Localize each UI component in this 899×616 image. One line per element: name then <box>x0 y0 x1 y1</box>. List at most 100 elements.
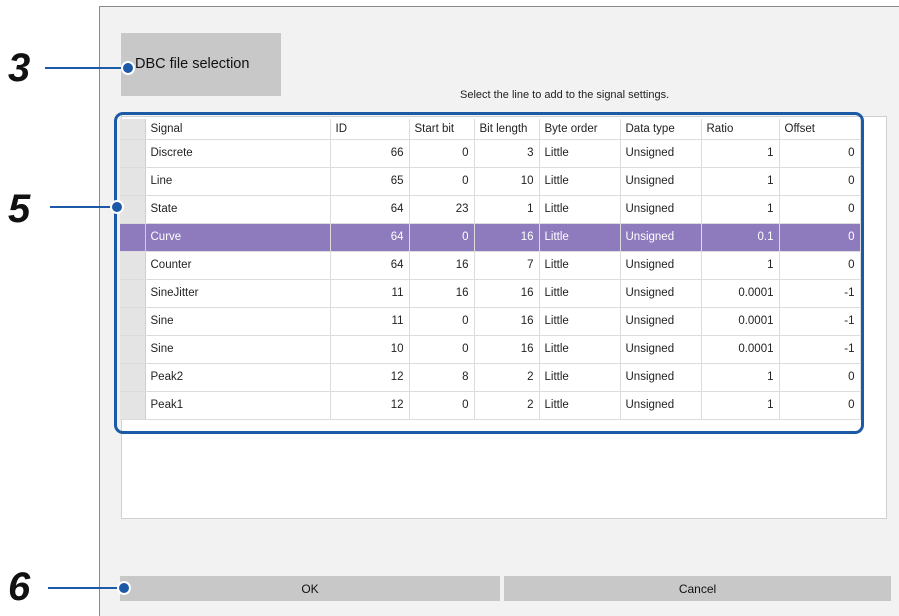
cell-signal[interactable]: Curve <box>145 223 331 252</box>
cell-ratio[interactable]: 1 <box>701 391 780 420</box>
table-row[interactable]: Peak2 12 8 2 Little Unsigned 1 0 <box>120 363 861 392</box>
cell-byte-order[interactable]: Little <box>539 391 621 420</box>
cell-offset[interactable]: 0 <box>779 363 861 392</box>
cell-byte-order[interactable]: Little <box>539 251 621 280</box>
cell-signal[interactable]: State <box>145 195 331 224</box>
cell-id[interactable]: 12 <box>330 363 410 392</box>
row-header[interactable] <box>120 167 146 196</box>
cell-ratio[interactable]: 1 <box>701 195 780 224</box>
cell-data-type[interactable]: Unsigned <box>620 391 702 420</box>
table-row[interactable]: Curve 64 0 16 Little Unsigned 0.1 0 <box>120 223 861 252</box>
cell-signal[interactable]: SineJitter <box>145 279 331 308</box>
cell-byte-order[interactable]: Little <box>539 335 621 364</box>
cell-ratio[interactable]: 0.0001 <box>701 307 780 336</box>
cell-byte-order[interactable]: Little <box>539 279 621 308</box>
cell-byte-order[interactable]: Little <box>539 167 621 196</box>
cell-start-bit[interactable]: 16 <box>409 279 475 308</box>
row-header[interactable] <box>120 307 146 336</box>
cell-id[interactable]: 10 <box>330 335 410 364</box>
cell-signal[interactable]: Counter <box>145 251 331 280</box>
table-row[interactable]: State 64 23 1 Little Unsigned 1 0 <box>120 195 861 224</box>
table-row[interactable]: Discrete 66 0 3 Little Unsigned 1 0 <box>120 139 861 168</box>
cell-data-type[interactable]: Unsigned <box>620 307 702 336</box>
cell-byte-order[interactable]: Little <box>539 223 621 252</box>
cell-bit-length[interactable]: 16 <box>474 279 540 308</box>
cell-bit-length[interactable]: 16 <box>474 223 540 252</box>
cell-offset[interactable]: 0 <box>779 251 861 280</box>
cell-byte-order[interactable]: Little <box>539 139 621 168</box>
cell-start-bit[interactable]: 0 <box>409 391 475 420</box>
cell-offset[interactable]: -1 <box>779 279 861 308</box>
cell-bit-length[interactable]: 10 <box>474 167 540 196</box>
cell-id[interactable]: 64 <box>330 195 410 224</box>
cell-ratio[interactable]: 0.1 <box>701 223 780 252</box>
cell-id[interactable]: 65 <box>330 167 410 196</box>
cell-ratio[interactable]: 1 <box>701 167 780 196</box>
cell-offset[interactable]: -1 <box>779 307 861 336</box>
cell-ratio[interactable]: 1 <box>701 363 780 392</box>
cell-signal[interactable]: Peak2 <box>145 363 331 392</box>
table-row[interactable]: Line 65 0 10 Little Unsigned 1 0 <box>120 167 861 196</box>
cell-start-bit[interactable]: 0 <box>409 167 475 196</box>
cell-start-bit[interactable]: 0 <box>409 223 475 252</box>
cell-offset[interactable]: 0 <box>779 223 861 252</box>
ok-button[interactable]: OK <box>120 576 500 601</box>
cancel-button[interactable]: Cancel <box>504 576 891 601</box>
column-header-data-type[interactable]: Data type <box>620 119 702 140</box>
cell-offset[interactable]: 0 <box>779 167 861 196</box>
cell-id[interactable]: 64 <box>330 223 410 252</box>
cell-data-type[interactable]: Unsigned <box>620 251 702 280</box>
cell-ratio[interactable]: 0.0001 <box>701 335 780 364</box>
column-header-byte-order[interactable]: Byte order <box>539 119 621 140</box>
cell-bit-length[interactable]: 2 <box>474 363 540 392</box>
table-row[interactable]: Sine 10 0 16 Little Unsigned 0.0001 -1 <box>120 335 861 364</box>
cell-start-bit[interactable]: 0 <box>409 307 475 336</box>
cell-id[interactable]: 66 <box>330 139 410 168</box>
row-header[interactable] <box>120 335 146 364</box>
cell-start-bit[interactable]: 8 <box>409 363 475 392</box>
row-header[interactable] <box>120 139 146 168</box>
cell-byte-order[interactable]: Little <box>539 363 621 392</box>
cell-byte-order[interactable]: Little <box>539 307 621 336</box>
cell-offset[interactable]: 0 <box>779 195 861 224</box>
table-row[interactable]: SineJitter 11 16 16 Little Unsigned 0.0001 -1 <box>120 279 861 308</box>
cell-bit-length[interactable]: 1 <box>474 195 540 224</box>
column-header-start-bit[interactable]: Start bit <box>409 119 475 140</box>
cell-signal[interactable]: Discrete <box>145 139 331 168</box>
cell-data-type[interactable]: Unsigned <box>620 279 702 308</box>
cell-bit-length[interactable]: 7 <box>474 251 540 280</box>
column-header-bit-length[interactable]: Bit length <box>474 119 540 140</box>
cell-signal[interactable]: Sine <box>145 307 331 336</box>
cell-signal[interactable]: Line <box>145 167 331 196</box>
cell-ratio[interactable]: 0.0001 <box>701 279 780 308</box>
cell-ratio[interactable]: 1 <box>701 139 780 168</box>
row-header[interactable] <box>120 279 146 308</box>
cell-start-bit[interactable]: 16 <box>409 251 475 280</box>
cell-start-bit[interactable]: 0 <box>409 139 475 168</box>
row-header[interactable] <box>120 363 146 392</box>
cell-offset[interactable]: -1 <box>779 335 861 364</box>
row-header[interactable] <box>120 223 146 252</box>
cell-offset[interactable]: 0 <box>779 391 861 420</box>
dbc-file-selection-button[interactable]: DBC file selection <box>121 33 281 96</box>
row-header[interactable] <box>120 195 146 224</box>
table-row[interactable]: Counter 64 16 7 Little Unsigned 1 0 <box>120 251 861 280</box>
cell-offset[interactable]: 0 <box>779 139 861 168</box>
cell-data-type[interactable]: Unsigned <box>620 223 702 252</box>
cell-id[interactable]: 64 <box>330 251 410 280</box>
cell-start-bit[interactable]: 23 <box>409 195 475 224</box>
cell-data-type[interactable]: Unsigned <box>620 167 702 196</box>
cell-data-type[interactable]: Unsigned <box>620 363 702 392</box>
row-header[interactable] <box>120 251 146 280</box>
table-row[interactable]: Sine 11 0 16 Little Unsigned 0.0001 -1 <box>120 307 861 336</box>
cell-bit-length[interactable]: 3 <box>474 139 540 168</box>
row-header[interactable] <box>120 391 146 420</box>
cell-start-bit[interactable]: 0 <box>409 335 475 364</box>
cell-data-type[interactable]: Unsigned <box>620 335 702 364</box>
cell-ratio[interactable]: 1 <box>701 251 780 280</box>
cell-signal[interactable]: Sine <box>145 335 331 364</box>
column-header-ratio[interactable]: Ratio <box>701 119 780 140</box>
cell-signal[interactable]: Peak1 <box>145 391 331 420</box>
cell-bit-length[interactable]: 16 <box>474 335 540 364</box>
cell-byte-order[interactable]: Little <box>539 195 621 224</box>
